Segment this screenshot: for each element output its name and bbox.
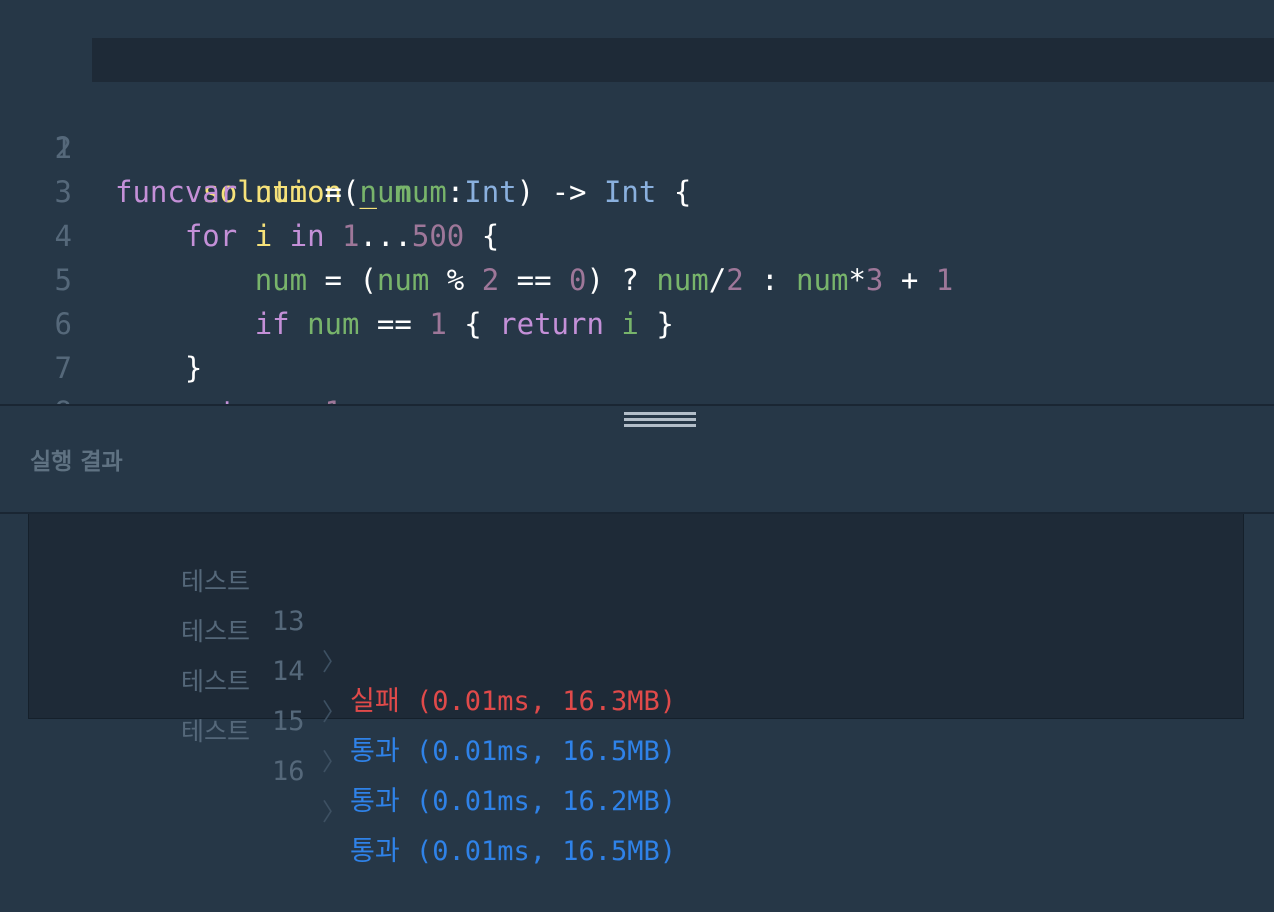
test-result-row: 테스트 16 〉 통과 (0.01ms, 16.5MB) [29,672,1229,867]
test-result-row: 테스트 13 〉 실패 (0.01ms, 16.3MB) [29,522,1229,717]
result-title: 실행 결과 [30,449,123,475]
code-editor[interactable]: 1 func solution(_ num:Int) -> Int { 2 va… [0,0,1274,473]
test-result-text: 통과 (0.01ms, 16.5MB) [350,736,677,767]
code-line[interactable]: 4 num = (num % 2 == 0) ? num/2 : num*3 +… [0,170,1274,297]
chevron-right-icon: 〉 [322,748,346,776]
test-label: 테스트 [181,717,251,746]
code-line[interactable]: 2 var num = num [0,82,1274,209]
test-result-text: 통과 (0.01ms, 16.5MB) [350,836,677,867]
resize-handle-bar [624,424,696,427]
code-line[interactable]: 3 for i in 1...500 { [0,126,1274,253]
code-line[interactable]: 6 } [0,258,1274,385]
test-result-row: 테스트 15 〉 통과 (0.01ms, 16.2MB) [29,622,1229,817]
chevron-right-icon: 〉 [322,798,346,826]
resize-handle-bar [624,412,696,415]
resize-handle-bar [624,418,696,421]
result-panel[interactable]: 테스트 13 〉 실패 (0.01ms, 16.3MB) 테스트 14 〉 통과… [28,514,1244,867]
active-line-highlight [92,38,1274,82]
code-line[interactable]: 7 return -1 [0,302,1274,429]
resize-handle[interactable] [620,408,700,434]
test-result-row: 테스트 14 〉 통과 (0.01ms, 16.5MB) [29,572,1229,767]
test-number: 16 [272,756,305,787]
code-line[interactable]: 8 } [0,346,1274,473]
test-result-text: 통과 (0.01ms, 16.2MB) [350,786,677,817]
code-line[interactable]: 1 func solution(_ num:Int) -> Int { [0,38,1274,209]
result-header: 실행 결과 [0,406,1274,512]
code-line[interactable]: 5 if num == 1 { return i } [0,214,1274,341]
